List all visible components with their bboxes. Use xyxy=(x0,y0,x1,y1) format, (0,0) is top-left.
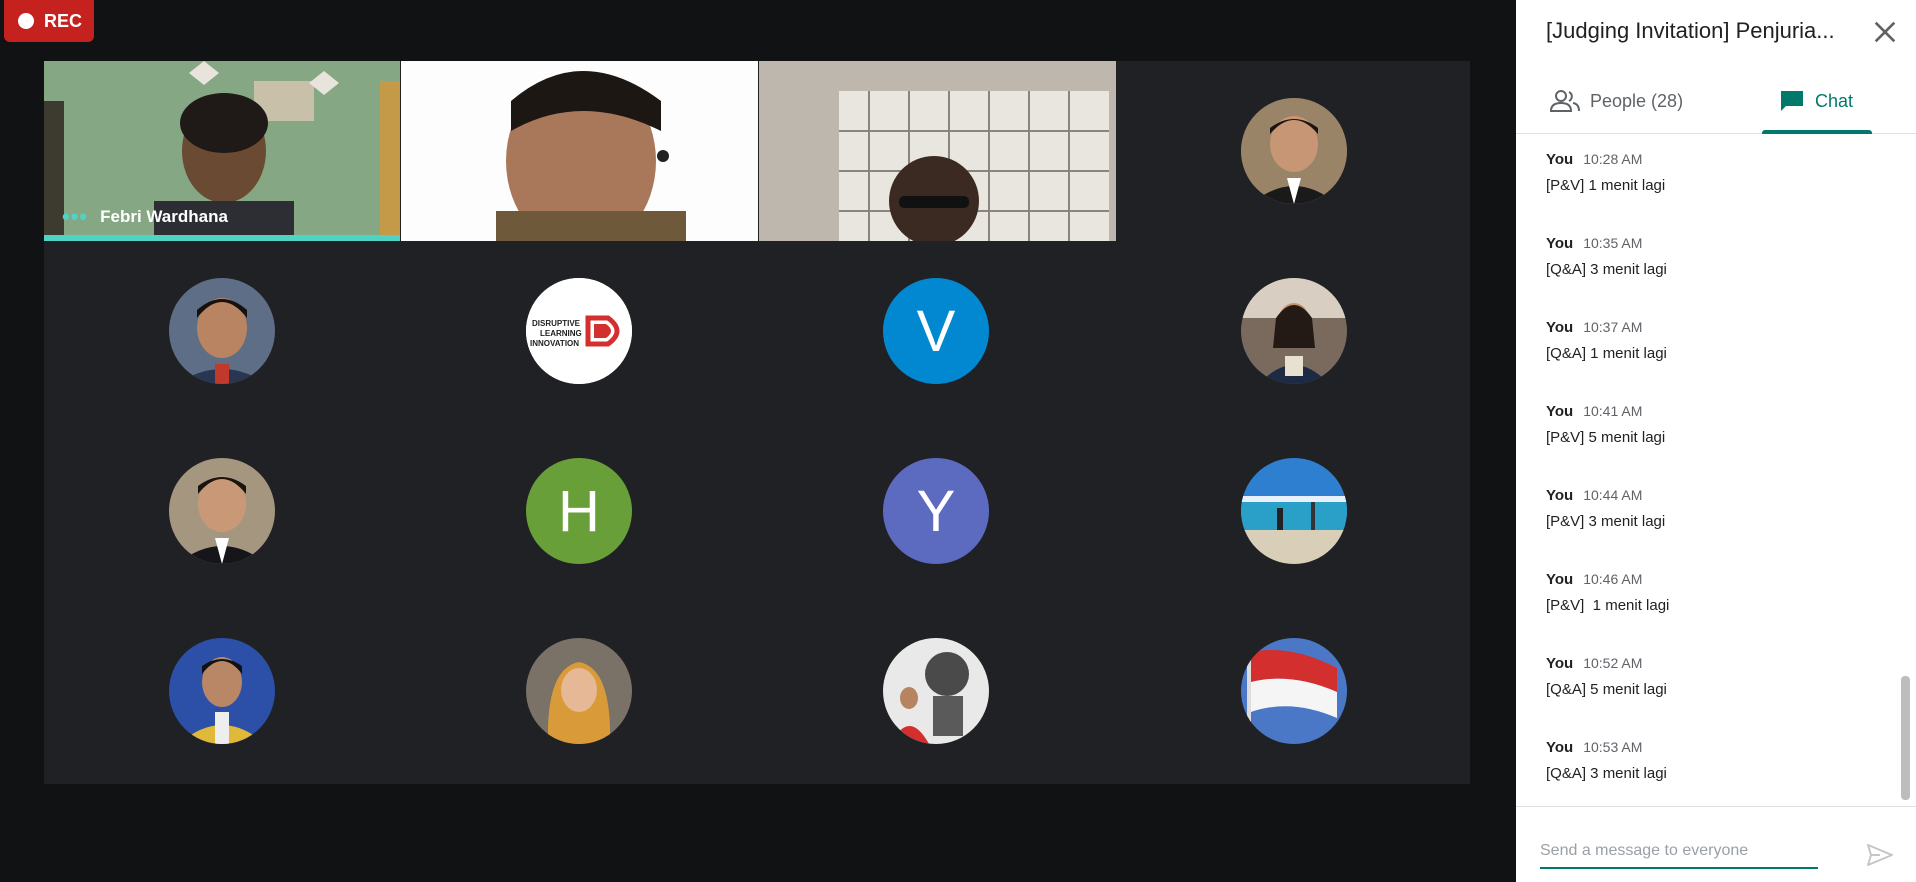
chat-message: You 10:44 AM [P&V] 3 menit lagi xyxy=(1546,487,1876,530)
message-time: 10:46 AM xyxy=(1583,571,1643,587)
tab-people-label: People (28) xyxy=(1590,90,1684,111)
active-tab-indicator xyxy=(1762,130,1872,134)
message-text: [P&V] 3 menit lagi xyxy=(1546,513,1666,530)
recording-badge: REC xyxy=(4,0,94,42)
person-photo-icon xyxy=(169,278,275,384)
person-photo-icon xyxy=(169,458,275,564)
chat-message: You 10:35 AM [Q&A] 3 menit lagi xyxy=(1546,235,1876,278)
meeting-title: [Judging Invitation] Penjuria... xyxy=(1546,18,1835,43)
avatar-letter: Y xyxy=(883,458,989,564)
message-time: 10:37 AM xyxy=(1583,319,1643,335)
svg-text:DISRUPTIVE: DISRUPTIVE xyxy=(532,319,581,328)
send-icon[interactable] xyxy=(1866,843,1894,867)
avatar-letter: V xyxy=(883,278,989,384)
message-sender: You xyxy=(1546,403,1574,420)
chat-message: You 10:53 AM [Q&A] 3 menit lagi xyxy=(1546,739,1876,782)
message-sender: You xyxy=(1546,739,1574,756)
message-sender: You xyxy=(1546,487,1574,504)
participant-tile[interactable] xyxy=(44,241,400,421)
participant-tile[interactable]: DISRUPTIVE LEARNING INNOVATION xyxy=(401,241,757,421)
participant-tile[interactable] xyxy=(44,421,400,601)
chat-message: You 10:46 AM [P&V] 1 menit lagi xyxy=(1546,571,1876,614)
message-text: [P&V] 1 menit lagi xyxy=(1546,177,1666,194)
chat-message-input[interactable] xyxy=(1540,835,1818,869)
message-time: 10:53 AM xyxy=(1583,739,1643,755)
participant-tile[interactable] xyxy=(1116,601,1472,781)
video-tile-3[interactable] xyxy=(759,61,1116,241)
message-sender: You xyxy=(1546,151,1574,168)
person-photo-icon xyxy=(526,638,632,744)
person-photo-icon xyxy=(169,638,275,744)
chat-message: You 10:41 AM [P&V] 5 menit lagi xyxy=(1546,403,1876,446)
message-text: [Q&A] 1 menit lagi xyxy=(1546,345,1667,362)
people-icon xyxy=(1550,90,1580,112)
side-panel: [Judging Invitation] Penjuria... People … xyxy=(1516,0,1916,882)
participant-tile[interactable] xyxy=(758,601,1114,781)
message-time: 10:52 AM xyxy=(1583,655,1643,671)
person-photo-icon xyxy=(1241,278,1347,384)
participant-tile[interactable] xyxy=(1116,241,1472,421)
participant-tile[interactable]: Y xyxy=(758,421,1114,601)
tab-people[interactable]: People (28) xyxy=(1550,68,1683,134)
participant-grid: ••• Febri Wardhana DISRUPTIVE LEARNING I… xyxy=(44,61,1470,784)
chat-message: You 10:37 AM [Q&A] 1 menit lagi xyxy=(1546,319,1876,362)
video-tile-2[interactable] xyxy=(401,61,758,241)
participant-tile[interactable] xyxy=(1116,421,1472,601)
message-sender: You xyxy=(1546,319,1574,336)
participant-tile[interactable] xyxy=(44,601,400,781)
chat-message: You 10:28 AM [P&V] 1 menit lagi xyxy=(1546,151,1876,194)
more-options-icon[interactable]: ••• xyxy=(62,206,88,228)
participant-name-label: ••• Febri Wardhana xyxy=(62,206,228,228)
message-sender: You xyxy=(1546,655,1574,672)
participant-video-icon xyxy=(401,61,758,241)
message-text: [P&V] 5 menit lagi xyxy=(1546,429,1666,446)
tab-chat-label: Chat xyxy=(1814,90,1854,111)
participant-tile[interactable] xyxy=(1116,61,1472,241)
participant-name: Febri Wardhana xyxy=(100,207,228,226)
monument-photo-icon xyxy=(883,638,989,744)
person-photo-icon xyxy=(1241,98,1347,204)
flag-photo-icon xyxy=(1241,638,1347,744)
message-time: 10:28 AM xyxy=(1583,151,1643,167)
participant-video-icon xyxy=(759,61,1116,241)
message-text: [Q&A] 5 menit lagi xyxy=(1546,681,1667,698)
message-time: 10:41 AM xyxy=(1583,403,1643,419)
chat-scrollbar[interactable] xyxy=(1901,676,1910,800)
video-tile-febri[interactable]: ••• Febri Wardhana xyxy=(44,61,400,241)
participant-tile[interactable]: H xyxy=(401,421,757,601)
participant-tile[interactable] xyxy=(401,601,757,781)
record-dot-icon xyxy=(18,13,34,29)
beach-photo-icon xyxy=(1241,458,1347,564)
disruptive-learning-innovation-logo: DISRUPTIVE LEARNING INNOVATION xyxy=(526,278,632,384)
avatar-letter: H xyxy=(526,458,632,564)
message-time: 10:44 AM xyxy=(1583,487,1643,503)
panel-tabs: People (28) Chat xyxy=(1516,68,1916,134)
chat-composer xyxy=(1516,806,1916,882)
message-text: [Q&A] 3 menit lagi xyxy=(1546,765,1667,782)
tab-chat[interactable]: Chat xyxy=(1762,68,1872,134)
message-sender: You xyxy=(1546,235,1574,252)
message-text: [Q&A] 3 menit lagi xyxy=(1546,261,1667,278)
close-icon[interactable] xyxy=(1869,16,1901,48)
participant-tile[interactable]: V xyxy=(758,241,1114,421)
message-sender: You xyxy=(1546,571,1574,588)
chat-messages: You 10:28 AM [P&V] 1 menit lagi You 10:35 … xyxy=(1516,135,1900,805)
svg-text:INNOVATION: INNOVATION xyxy=(530,339,579,348)
chat-icon xyxy=(1780,91,1803,111)
message-time: 10:35 AM xyxy=(1583,235,1643,251)
chat-message: You 10:52 AM [Q&A] 5 menit lagi xyxy=(1546,655,1876,698)
rec-label: REC xyxy=(44,10,83,31)
message-text: [P&V] 1 menit lagi xyxy=(1546,597,1670,614)
svg-text:LEARNING: LEARNING xyxy=(540,329,582,338)
